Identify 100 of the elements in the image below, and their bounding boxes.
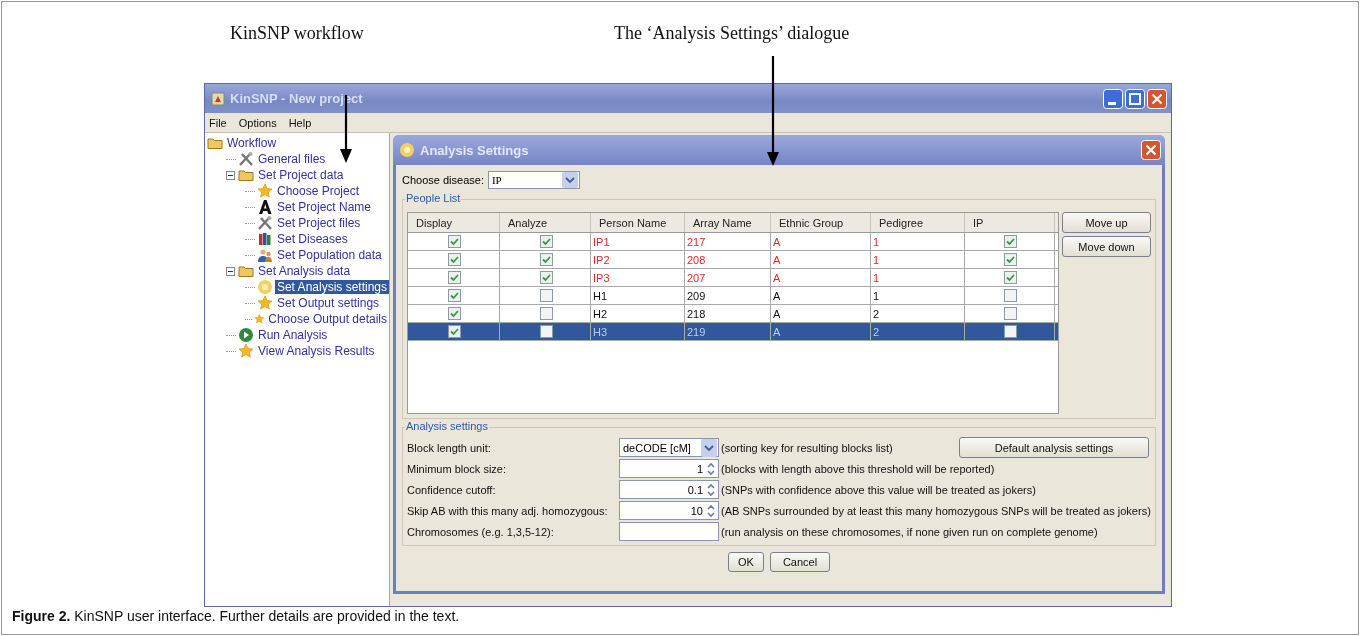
unchecked-checkbox[interactable]	[539, 307, 553, 320]
column-header[interactable]: Person Name	[591, 213, 685, 232]
number-spinner[interactable]: 10	[619, 501, 719, 520]
dialog-title: Analysis Settings	[420, 142, 530, 158]
column-header[interactable]: IP	[965, 213, 1055, 232]
table-cell: H3	[591, 323, 685, 340]
unchecked-checkbox[interactable]	[1004, 307, 1017, 320]
table-cell: A	[771, 233, 871, 250]
tree-item[interactable]: View Analysis Results	[256, 344, 377, 358]
checked-checkbox[interactable]	[1004, 235, 1017, 248]
column-header[interactable]: Array Name	[685, 213, 771, 232]
collapse-toggle-icon[interactable]	[226, 170, 235, 180]
table-cell: 2	[871, 323, 965, 340]
table-cell: 207	[685, 269, 771, 286]
unchecked-checkbox[interactable]	[1004, 289, 1017, 302]
table-cell: A	[771, 323, 871, 340]
checked-checkbox[interactable]	[448, 235, 461, 248]
table-cell: A	[771, 305, 871, 322]
checked-checkbox[interactable]	[1004, 253, 1017, 266]
tree-item[interactable]: Choose Output details	[266, 312, 389, 326]
menu-item[interactable]: Options	[238, 116, 277, 129]
tools-icon	[257, 215, 273, 231]
folder-icon	[238, 263, 254, 279]
dialog-button[interactable]: OK	[727, 552, 764, 572]
table-cell: 208	[685, 251, 771, 268]
tree-item[interactable]: Workflow	[225, 136, 279, 150]
tools-icon	[238, 151, 254, 167]
checked-checkbox[interactable]	[448, 253, 461, 266]
annotation-label: The ‘Analysis Settings’ dialogue	[614, 23, 850, 44]
tree-item[interactable]: General files	[256, 152, 328, 166]
table-row[interactable]: IP3 207 A 1	[408, 269, 1058, 287]
folder-icon	[207, 135, 223, 151]
list-button[interactable]: Move down	[1062, 236, 1151, 257]
play-icon	[238, 327, 254, 343]
unchecked-checkbox[interactable]	[539, 289, 553, 302]
table-row[interactable]: IP1 217 A 1	[408, 233, 1058, 251]
column-header[interactable]: Analyze	[500, 213, 591, 232]
app-icon	[211, 91, 225, 106]
column-header[interactable]: Ethnic Group	[771, 213, 871, 232]
unit-dropdown[interactable]: deCODE [cM]	[619, 438, 719, 457]
annotation-label: KinSNP workflow	[230, 23, 364, 44]
font-glyph-icon	[257, 199, 273, 215]
spinner-arrows-icon	[705, 481, 717, 498]
close-icon	[1141, 140, 1161, 160]
tree-item[interactable]: Set Project data	[256, 168, 346, 182]
table-cell: 1	[871, 287, 965, 304]
checked-checkbox[interactable]	[539, 235, 553, 248]
table-cell: A	[771, 287, 871, 304]
table-row[interactable]: IP2 208 A 1	[408, 251, 1058, 269]
tree-item[interactable]: Set Diseases	[275, 232, 350, 246]
number-spinner[interactable]: 0.1	[619, 480, 719, 499]
tree-item[interactable]: Set Project Name	[275, 200, 374, 214]
tree-item[interactable]: Set Population data	[275, 248, 384, 262]
collapse-toggle-icon[interactable]	[226, 266, 235, 276]
number-spinner[interactable]: 1	[619, 459, 719, 478]
checked-checkbox[interactable]	[448, 289, 461, 302]
people-icon	[257, 247, 273, 263]
folder-icon	[238, 167, 254, 183]
tree-item[interactable]: Run Analysis	[256, 328, 330, 342]
field-label: Chromosomes (e.g. 1,3,5-12):	[407, 525, 555, 538]
hint-text: (AB SNPs surrounded by at least this many homozygous SNPs will be treated as jokers)	[721, 504, 1151, 517]
tree-item[interactable]: Choose Project	[275, 184, 362, 198]
star-icon	[257, 295, 273, 311]
list-button[interactable]: Move up	[1062, 212, 1151, 233]
table-cell: IP2	[591, 251, 685, 268]
table-row[interactable]: H3 219 A 2	[408, 323, 1058, 341]
default-settings-button[interactable]: Default analysis settings	[959, 437, 1149, 458]
table-cell: 1	[871, 251, 965, 268]
table-row[interactable]: H1 209 A 1	[408, 287, 1058, 305]
table-cell: 217	[685, 233, 771, 250]
field-label: Block length unit:	[407, 441, 492, 454]
checked-checkbox[interactable]	[539, 271, 553, 284]
tree-item[interactable]: Set Project files	[275, 216, 363, 230]
checked-checkbox[interactable]	[448, 271, 461, 284]
text-field[interactable]	[619, 522, 719, 541]
books-icon	[257, 231, 273, 247]
checked-checkbox[interactable]	[448, 307, 461, 320]
table-cell: H2	[591, 305, 685, 322]
checked-checkbox[interactable]	[1004, 271, 1017, 284]
checked-checkbox[interactable]	[448, 325, 461, 338]
tree-item[interactable]: Set Output settings	[275, 296, 382, 310]
minimize-icon	[1103, 88, 1123, 109]
hint-text: (run analysis on these chromosomes, if none given run on complete genome)	[721, 525, 1098, 538]
table-cell: 1	[871, 233, 965, 250]
table-cell: A	[771, 269, 871, 286]
star-icon	[238, 343, 254, 359]
menu-item[interactable]: File	[209, 116, 227, 129]
hint-text: (sorting key for resulting blocks list)	[721, 441, 893, 454]
column-header[interactable]: Display	[408, 213, 500, 232]
tree-item[interactable]: Set Analysis data	[256, 264, 353, 278]
spinner-arrows-icon	[705, 460, 717, 477]
column-header[interactable]: Pedigree	[871, 213, 965, 232]
dialog-button[interactable]: Cancel	[769, 552, 831, 572]
unchecked-checkbox[interactable]	[539, 325, 553, 338]
table-cell: 1	[871, 269, 965, 286]
checked-checkbox[interactable]	[539, 253, 553, 266]
tree-item[interactable]: Set Analysis settings	[274, 280, 389, 294]
disease-dropdown[interactable]: IP	[487, 171, 580, 189]
unchecked-checkbox[interactable]	[1004, 325, 1017, 338]
menu-item[interactable]: Help	[288, 116, 312, 129]
